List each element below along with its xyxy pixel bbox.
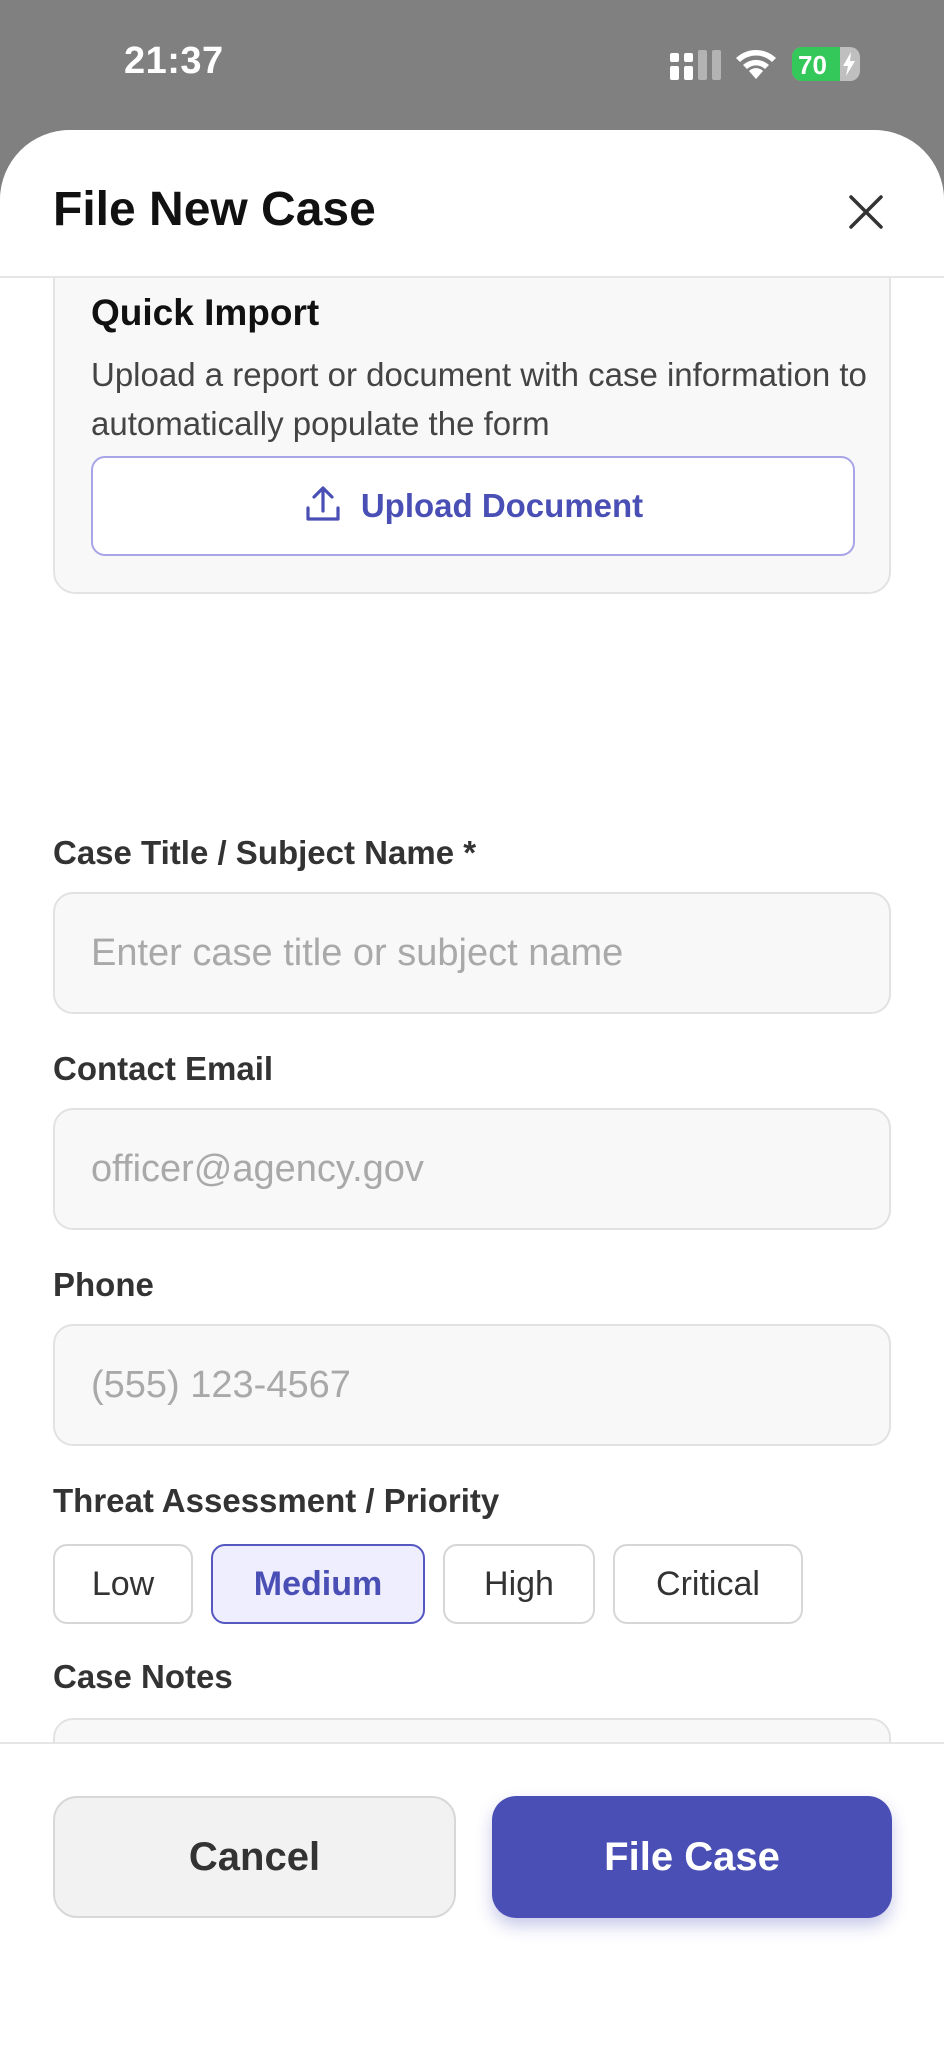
cancel-button[interactable]: Cancel xyxy=(53,1796,456,1918)
priority-option-high[interactable]: High xyxy=(443,1544,595,1624)
phone-label: Phone xyxy=(53,1266,154,1303)
battery-percent: 70 xyxy=(798,50,827,80)
close-icon xyxy=(848,194,884,235)
priority-label: Threat Assessment / Priority xyxy=(53,1482,500,1519)
page-title: File New Case xyxy=(53,183,376,236)
phone-input[interactable] xyxy=(53,1324,891,1446)
signal-icon xyxy=(670,50,724,85)
priority-option-critical[interactable]: Critical xyxy=(613,1544,803,1624)
upload-document-button[interactable]: Upload Document xyxy=(91,456,855,556)
case-notes-label: Case Notes xyxy=(53,1658,233,1695)
priority-option-medium[interactable]: Medium xyxy=(211,1544,425,1624)
case-title-label: Case Title / Subject Name * xyxy=(53,834,477,871)
charging-bolt-icon xyxy=(842,52,856,81)
status-bar: 21:37 70 xyxy=(0,0,944,130)
quick-import-description: Upload a report or document with case in… xyxy=(91,356,867,442)
upload-document-label: Upload Document xyxy=(360,487,644,524)
case-title-input[interactable] xyxy=(53,892,891,1014)
file-case-sheet: File New Case Quick Import Upload a repo… xyxy=(0,130,944,2048)
status-time: 21:37 xyxy=(124,40,224,82)
form-scroll-area[interactable]: Quick Import Upload a report or document… xyxy=(0,278,944,1872)
contact-email-input[interactable] xyxy=(53,1108,891,1230)
priority-option-low[interactable]: Low xyxy=(53,1544,193,1624)
quick-import-title: Quick Import xyxy=(91,292,320,333)
upload-icon xyxy=(303,484,343,529)
file-case-button[interactable]: File Case xyxy=(492,1796,892,1918)
contact-email-label: Contact Email xyxy=(53,1050,274,1087)
close-button[interactable] xyxy=(840,188,892,240)
battery-icon: 70 xyxy=(792,47,860,81)
wifi-icon xyxy=(734,46,778,85)
sheet-footer: Cancel File Case xyxy=(0,1742,944,2048)
sheet-header: File New Case xyxy=(0,130,944,278)
quick-import-card: Quick Import Upload a report or document… xyxy=(53,278,891,594)
